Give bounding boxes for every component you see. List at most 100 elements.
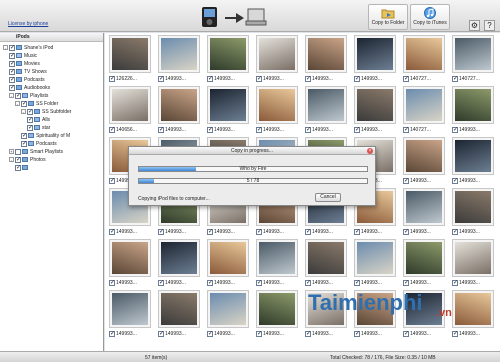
tree-item-checkbox[interactable] xyxy=(21,100,27,107)
photo-thumbnail[interactable] xyxy=(207,86,249,124)
photo-thumbnail[interactable] xyxy=(207,35,249,73)
settings-gear-icon[interactable]: ⚙ xyxy=(469,20,480,31)
photo-checkbox[interactable] xyxy=(207,126,213,133)
tree-item[interactable]: Movies xyxy=(9,60,40,67)
photo-thumbnail[interactable] xyxy=(109,239,151,277)
tree-item-checkbox[interactable] xyxy=(9,76,15,83)
photo-checkbox[interactable] xyxy=(354,330,360,337)
photo-thumbnail[interactable] xyxy=(256,35,298,73)
close-icon[interactable]: × xyxy=(367,148,373,154)
photo-thumbnail[interactable] xyxy=(158,35,200,73)
tree-item[interactable]: Podcasts xyxy=(9,76,45,83)
photo-thumbnail[interactable] xyxy=(354,239,396,277)
photo-checkbox[interactable] xyxy=(109,75,115,82)
tree-item[interactable]: - SS Subfolder xyxy=(21,108,71,115)
tree-item-checkbox[interactable] xyxy=(9,68,15,75)
photo-checkbox[interactable] xyxy=(109,228,115,235)
photo-checkbox[interactable] xyxy=(256,330,262,337)
photo-checkbox[interactable] xyxy=(354,126,360,133)
tree-item-checkbox[interactable] xyxy=(15,156,21,163)
tree-item-checkbox[interactable] xyxy=(15,148,21,155)
tree-item[interactable]: star xyxy=(27,124,50,131)
tree-item-checkbox[interactable] xyxy=(21,140,27,147)
photo-checkbox[interactable] xyxy=(403,177,409,184)
photo-thumbnail[interactable] xyxy=(158,290,200,328)
copy-to-folder-button[interactable]: Copy to Folder xyxy=(368,4,408,30)
photo-checkbox[interactable] xyxy=(305,228,311,235)
photo-checkbox[interactable] xyxy=(403,279,409,286)
tree-item-checkbox[interactable] xyxy=(27,124,33,131)
photo-checkbox[interactable] xyxy=(452,126,458,133)
photo-thumbnail[interactable] xyxy=(305,35,347,73)
photo-checkbox[interactable] xyxy=(256,279,262,286)
photo-checkbox[interactable] xyxy=(109,330,115,337)
tree-item-checkbox[interactable] xyxy=(9,44,15,51)
tree-item[interactable]: TV Shows xyxy=(9,68,47,75)
tree-item[interactable] xyxy=(15,164,30,171)
tree-item-checkbox[interactable] xyxy=(9,52,15,59)
tree-item-checkbox[interactable] xyxy=(27,116,33,123)
photo-thumbnail[interactable] xyxy=(452,239,494,277)
photo-thumbnail[interactable] xyxy=(354,86,396,124)
photo-checkbox[interactable] xyxy=(354,228,360,235)
photo-checkbox[interactable] xyxy=(452,75,458,82)
photo-checkbox[interactable] xyxy=(109,126,115,133)
tree-item[interactable]: - SS Folder xyxy=(15,100,58,107)
photo-checkbox[interactable] xyxy=(256,75,262,82)
photo-thumbnail[interactable] xyxy=(452,35,494,73)
photo-thumbnail[interactable] xyxy=(305,86,347,124)
photo-checkbox[interactable] xyxy=(158,279,164,286)
license-link[interactable]: License by iphone xyxy=(8,21,48,27)
photo-checkbox[interactable] xyxy=(305,126,311,133)
photo-checkbox[interactable] xyxy=(158,228,164,235)
photo-thumbnail[interactable] xyxy=(109,86,151,124)
tree-item[interactable]: Alls xyxy=(27,116,50,123)
help-icon[interactable]: ? xyxy=(484,20,495,31)
photo-thumbnail[interactable] xyxy=(452,188,494,226)
cancel-button[interactable]: Cancel xyxy=(315,193,341,202)
photo-checkbox[interactable] xyxy=(452,330,458,337)
photo-thumbnail[interactable] xyxy=(305,239,347,277)
photo-thumbnail[interactable] xyxy=(109,290,151,328)
tree-item[interactable]: Music xyxy=(9,52,37,59)
photo-checkbox[interactable] xyxy=(109,279,115,286)
photo-checkbox[interactable] xyxy=(109,177,115,184)
photo-thumbnail[interactable] xyxy=(207,290,249,328)
tree-item-checkbox[interactable] xyxy=(9,84,15,91)
photo-thumbnail[interactable] xyxy=(256,290,298,328)
copy-to-itunes-button[interactable]: Copy to iTunes xyxy=(410,4,450,30)
photo-checkbox[interactable] xyxy=(256,228,262,235)
photo-thumbnail[interactable] xyxy=(256,239,298,277)
tree-item-checkbox[interactable] xyxy=(15,92,21,99)
photo-thumbnail[interactable] xyxy=(452,290,494,328)
photo-checkbox[interactable] xyxy=(403,126,409,133)
tree-item-checkbox[interactable] xyxy=(27,108,33,115)
photo-checkbox[interactable] xyxy=(207,279,213,286)
tree-item[interactable]: Spirituality of M xyxy=(21,132,70,139)
photo-checkbox[interactable] xyxy=(305,75,311,82)
photo-thumbnail[interactable] xyxy=(207,239,249,277)
photo-thumbnail[interactable] xyxy=(403,188,445,226)
tree-item[interactable]: Podcasts xyxy=(21,140,57,147)
photo-checkbox[interactable] xyxy=(354,75,360,82)
tree-item-checkbox[interactable] xyxy=(9,60,15,67)
photo-thumbnail[interactable] xyxy=(403,86,445,124)
photo-checkbox[interactable] xyxy=(256,126,262,133)
tree-item[interactable]: - Photos xyxy=(9,156,46,163)
tree-item[interactable]: Audiobooks xyxy=(9,84,50,91)
photo-checkbox[interactable] xyxy=(403,330,409,337)
photo-checkbox[interactable] xyxy=(158,75,164,82)
photo-thumbnail[interactable] xyxy=(158,239,200,277)
photo-thumbnail[interactable] xyxy=(403,137,445,175)
tree-item-checkbox[interactable] xyxy=(15,164,21,171)
photo-thumbnail[interactable] xyxy=(452,137,494,175)
photo-checkbox[interactable] xyxy=(158,126,164,133)
photo-checkbox[interactable] xyxy=(207,75,213,82)
photo-checkbox[interactable] xyxy=(207,228,213,235)
photo-thumbnail[interactable] xyxy=(109,35,151,73)
collapse-icon[interactable]: - xyxy=(9,157,14,162)
photo-checkbox[interactable] xyxy=(207,330,213,337)
photo-checkbox[interactable] xyxy=(452,279,458,286)
tree-item-checkbox[interactable] xyxy=(21,132,27,139)
photo-thumbnail[interactable] xyxy=(403,239,445,277)
